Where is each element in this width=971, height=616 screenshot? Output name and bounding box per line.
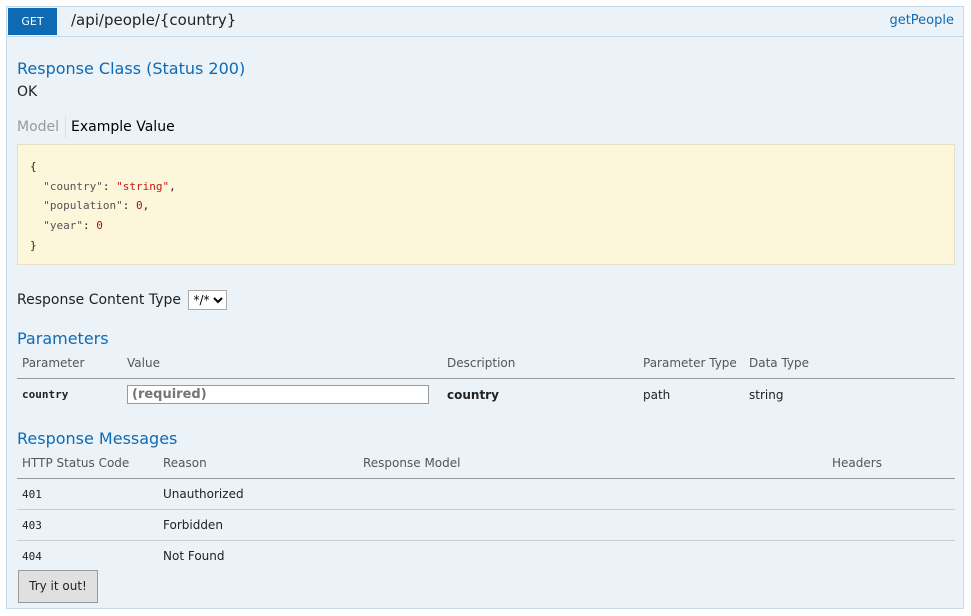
json-key: "population": [43, 199, 123, 213]
parameters-table: Parameter Value Description Parameter Ty…: [17, 356, 955, 410]
operation-heading[interactable]: GET /api/people/{country} getPeople: [7, 7, 963, 37]
endpoint-path[interactable]: /api/people/{country}: [71, 11, 236, 29]
json-line: "year": 0: [43, 219, 103, 233]
tab-divider: [65, 116, 67, 138]
column-header: Parameter: [22, 356, 85, 370]
tab-model[interactable]: Model: [17, 119, 59, 135]
json-line: "country": "string",: [43, 179, 176, 193]
parameter-name: country: [22, 388, 69, 401]
column-header: Reason: [163, 456, 207, 470]
response-content-type: Response Content Type */*: [17, 290, 228, 310]
json-value: 0: [96, 219, 103, 233]
response-messages-heading: Response Messages: [17, 429, 178, 448]
tab-example-value[interactable]: Example Value: [71, 119, 175, 135]
response-model-cell: [358, 479, 827, 510]
status-code: 401: [22, 487, 42, 501]
parameter-description: country: [447, 387, 499, 402]
http-method-badge[interactable]: GET: [8, 8, 57, 35]
operation-nickname-link[interactable]: getPeople: [889, 13, 954, 28]
json-key: "country": [43, 179, 103, 193]
column-header: Description: [447, 356, 516, 370]
status-reason: Unauthorized: [163, 487, 244, 501]
response-messages-header-row: HTTP Status Code Reason Response Model H…: [17, 456, 955, 479]
example-value-snippet[interactable]: { "country": "string", "population": 0, …: [17, 144, 955, 265]
json-key: "year": [43, 219, 83, 233]
response-content-type-select[interactable]: */*: [188, 290, 228, 310]
response-content-type-label: Response Content Type: [17, 292, 181, 308]
response-message-row: 404 Not Found: [17, 541, 955, 572]
headers-cell: [827, 479, 955, 510]
response-model-cell: [358, 541, 827, 572]
column-header: Headers: [832, 456, 882, 470]
response-messages-table: HTTP Status Code Reason Response Model H…: [17, 456, 955, 571]
response-message-row: 401 Unauthorized: [17, 479, 955, 510]
column-header: HTTP Status Code: [22, 456, 130, 470]
country-input[interactable]: [127, 385, 429, 404]
status-reason: Forbidden: [163, 518, 223, 532]
column-header: Response Model: [363, 456, 461, 470]
operation-panel: GET /api/people/{country} getPeople Resp…: [6, 6, 964, 609]
headers-cell: [827, 541, 955, 572]
column-header: Value: [127, 356, 160, 370]
response-message-row: 403 Forbidden: [17, 510, 955, 541]
status-reason: Not Found: [163, 549, 225, 563]
column-header: Data Type: [749, 356, 810, 370]
json-value: "string": [116, 179, 170, 193]
parameter-value-cell: [122, 379, 442, 411]
status-code: 403: [22, 518, 42, 532]
status-code: 404: [22, 549, 42, 563]
json-line: {: [30, 160, 37, 173]
response-class-heading: Response Class (Status 200): [17, 59, 246, 78]
json-line: }: [30, 238, 37, 252]
signature-tabs: Model Example Value: [17, 116, 175, 138]
json-value: 0: [135, 199, 143, 213]
response-class-description: OK: [17, 84, 38, 100]
column-header: Parameter Type: [643, 356, 737, 370]
parameter-type: path: [643, 387, 671, 402]
parameters-heading: Parameters: [17, 329, 109, 348]
json-line: "population": 0,: [43, 199, 150, 213]
try-it-out-button[interactable]: Try it out!: [18, 570, 98, 603]
parameter-row: country country path string: [17, 379, 955, 411]
parameter-data-type: string: [749, 387, 784, 402]
response-model-cell: [358, 510, 827, 541]
parameters-header-row: Parameter Value Description Parameter Ty…: [17, 356, 955, 379]
headers-cell: [827, 510, 955, 541]
